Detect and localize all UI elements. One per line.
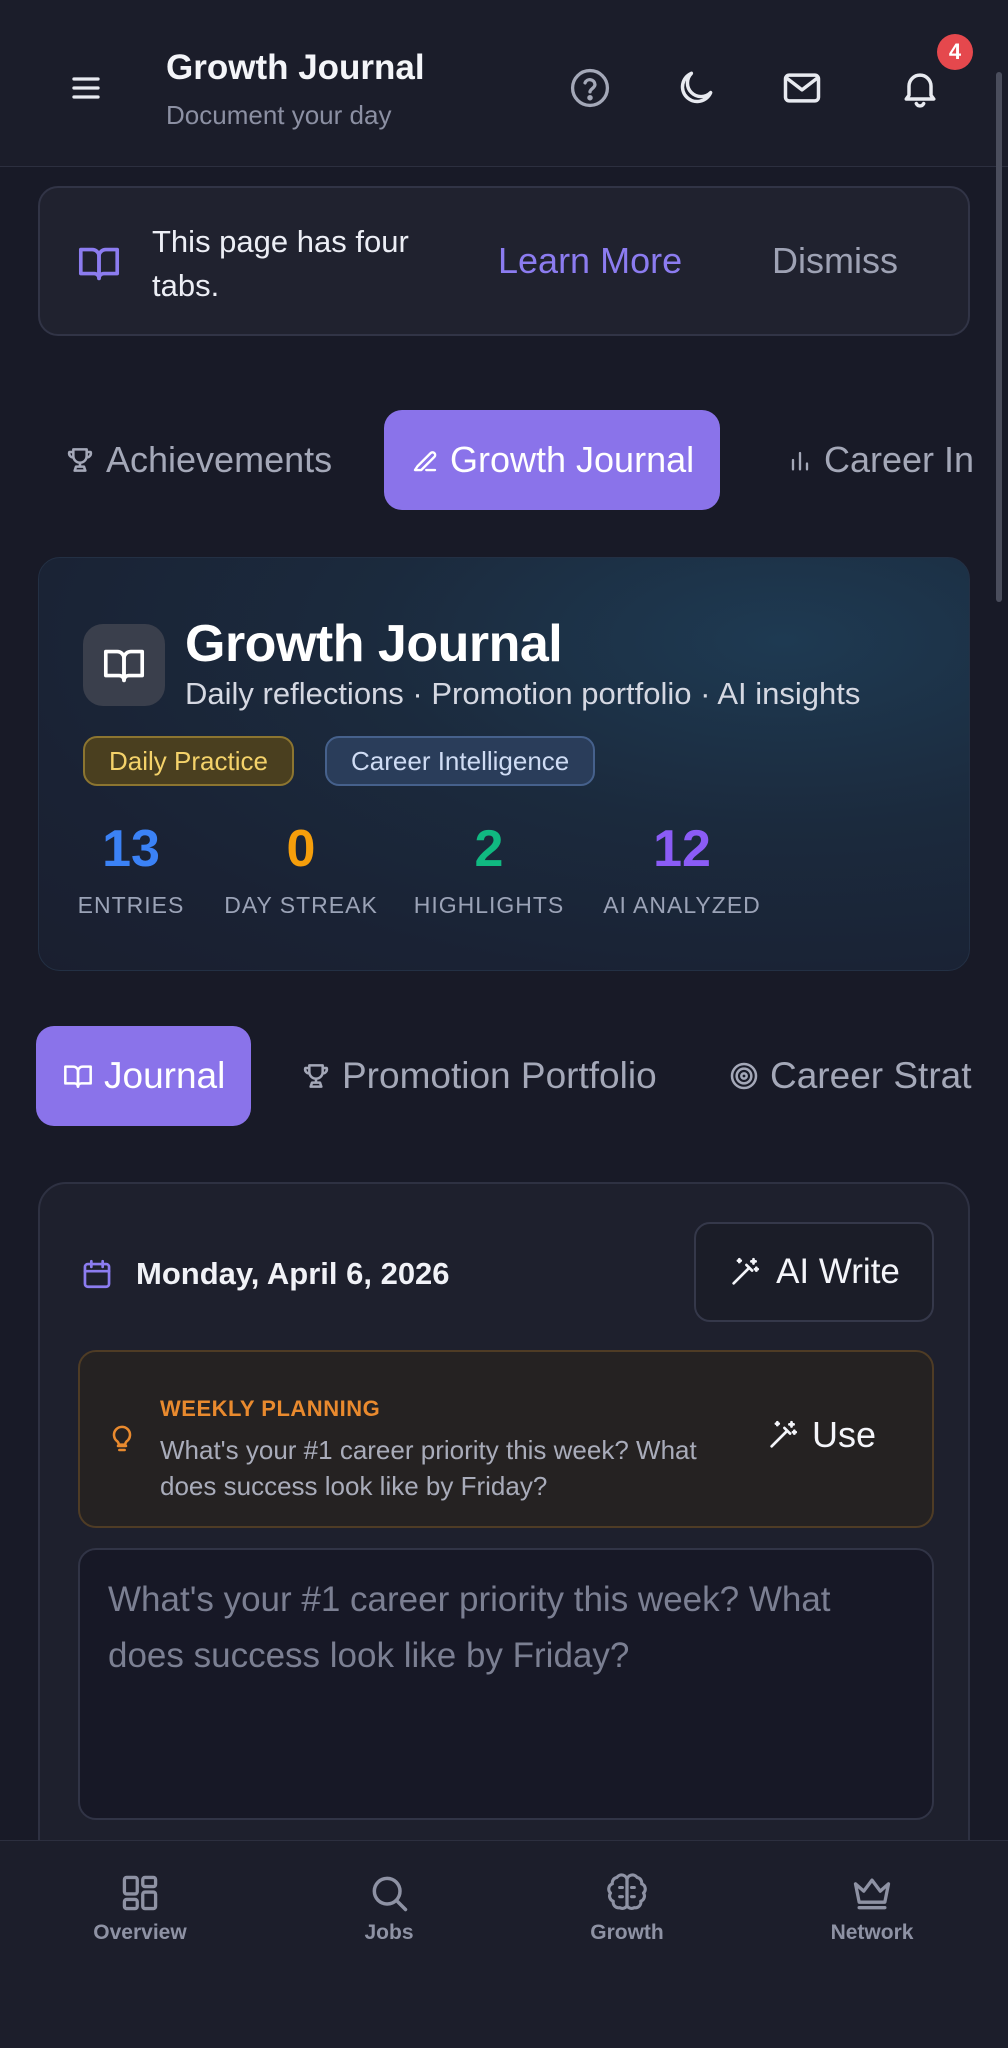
page-title: Growth Journal bbox=[166, 48, 425, 87]
nav-label: Network bbox=[830, 1921, 914, 1944]
tab-promotion-portfolio[interactable]: Promotion Portfolio bbox=[274, 1026, 683, 1126]
pencil-icon bbox=[410, 445, 440, 475]
journal-tabs: Journal Promotion Portfolio Career Strat bbox=[36, 1026, 972, 1126]
stat-value: 0 bbox=[286, 820, 316, 878]
stat-highlights: 2 HIGHLIGHTS bbox=[411, 820, 567, 919]
tab-career-insights[interactable]: Career In bbox=[760, 410, 972, 510]
notification-badge: 4 bbox=[937, 34, 973, 70]
tab-label: Growth Journal bbox=[450, 439, 695, 480]
page-subtitle: Document your day bbox=[166, 100, 392, 130]
entry-placeholder: What's your #1 career priority this week… bbox=[108, 1580, 831, 1675]
nav-label: Growth bbox=[590, 1921, 664, 1944]
ai-write-label: AI Write bbox=[776, 1252, 900, 1291]
stat-value: 12 bbox=[653, 820, 711, 878]
prompt-category: WEEKLY PLANNING bbox=[160, 1396, 381, 1421]
stat-label: HIGHLIGHTS bbox=[413, 892, 565, 918]
calendar-icon bbox=[80, 1257, 114, 1291]
menu-icon[interactable] bbox=[68, 70, 104, 106]
mail-icon[interactable] bbox=[780, 66, 824, 110]
entry-date: Monday, April 6, 2026 bbox=[136, 1256, 450, 1291]
info-banner: This page has four tabs. Learn More Dism… bbox=[38, 186, 970, 336]
nav-growth[interactable]: Growth bbox=[547, 1871, 707, 1945]
nav-network[interactable]: Network bbox=[792, 1871, 952, 1945]
target-icon bbox=[728, 1060, 760, 1092]
bar-chart-icon bbox=[786, 446, 814, 474]
crown-icon bbox=[850, 1871, 894, 1915]
stat-entries: 13 ENTRIES bbox=[71, 820, 191, 919]
stat-value: 2 bbox=[474, 820, 504, 878]
magic-wand-icon bbox=[766, 1418, 800, 1452]
stat-value: 13 bbox=[102, 820, 160, 878]
bottom-navigation: Overview Jobs Growth Network bbox=[0, 1840, 1008, 2048]
tab-career-strategy[interactable]: Career Strat bbox=[702, 1026, 972, 1126]
grid-icon bbox=[118, 1871, 162, 1915]
bell-icon[interactable] bbox=[898, 66, 942, 110]
tag-daily-practice: Daily Practice bbox=[83, 736, 294, 786]
tab-label: Promotion Portfolio bbox=[342, 1055, 657, 1096]
tag-career-intelligence: Career Intelligence bbox=[325, 736, 596, 786]
prompt-text: What's your #1 career priority this week… bbox=[160, 1435, 697, 1501]
use-label: Use bbox=[812, 1414, 877, 1455]
hero-subtitle: Daily reflections · Promotion portfolio … bbox=[185, 676, 861, 711]
tab-label: Journal bbox=[104, 1055, 226, 1096]
learn-more-link[interactable]: Learn More bbox=[498, 240, 682, 282]
magic-wand-icon bbox=[728, 1255, 762, 1289]
tab-achievements[interactable]: Achievements bbox=[38, 410, 358, 510]
journal-entry-textarea[interactable]: What's your #1 career priority this week… bbox=[78, 1548, 934, 1820]
banner-text: This page has four tabs. bbox=[152, 224, 409, 303]
lightbulb-icon bbox=[106, 1420, 138, 1456]
book-icon bbox=[83, 624, 165, 706]
tab-label: Career Strat bbox=[770, 1055, 972, 1096]
stat-label: DAY STREAK bbox=[224, 892, 378, 918]
scrollbar[interactable] bbox=[996, 72, 1002, 602]
tab-journal[interactable]: Journal bbox=[36, 1026, 252, 1126]
book-icon bbox=[76, 240, 122, 286]
nav-overview[interactable]: Overview bbox=[60, 1871, 220, 1945]
ai-write-button[interactable]: AI Write bbox=[694, 1222, 934, 1322]
tab-growth-journal[interactable]: Growth Journal bbox=[384, 410, 721, 510]
trophy-icon bbox=[300, 1060, 332, 1092]
entry-date-row: Monday, April 6, 2026 bbox=[80, 1256, 450, 1292]
stat-day-streak: 0 DAY STREAK bbox=[221, 820, 381, 919]
trophy-icon bbox=[64, 444, 96, 476]
help-icon[interactable] bbox=[568, 66, 612, 110]
search-icon bbox=[367, 1871, 411, 1915]
nav-label: Overview bbox=[93, 1921, 187, 1944]
book-icon bbox=[62, 1060, 94, 1092]
app-header: Growth Journal Document your day 4 bbox=[0, 0, 1008, 167]
use-prompt-button[interactable]: Use bbox=[766, 1414, 876, 1456]
prompt-suggestion: WEEKLY PLANNING What's your #1 career pr… bbox=[78, 1350, 934, 1528]
nav-jobs[interactable]: Jobs bbox=[309, 1871, 469, 1945]
tab-label: Career In bbox=[824, 439, 972, 480]
stat-label: AI ANALYZED bbox=[603, 892, 761, 918]
page-tabs: Achievements Growth Journal Career In bbox=[38, 410, 972, 510]
dismiss-button[interactable]: Dismiss bbox=[772, 240, 898, 282]
stat-label: ENTRIES bbox=[77, 892, 185, 918]
hero-card: Growth Journal Daily reflections · Promo… bbox=[38, 557, 970, 971]
nav-label: Jobs bbox=[364, 1921, 414, 1944]
moon-icon[interactable] bbox=[674, 66, 718, 110]
hero-title: Growth Journal bbox=[185, 615, 563, 673]
stat-ai-analyzed: 12 AI ANALYZED bbox=[597, 820, 767, 919]
tab-label: Achievements bbox=[106, 439, 333, 480]
brain-icon bbox=[605, 1871, 649, 1915]
